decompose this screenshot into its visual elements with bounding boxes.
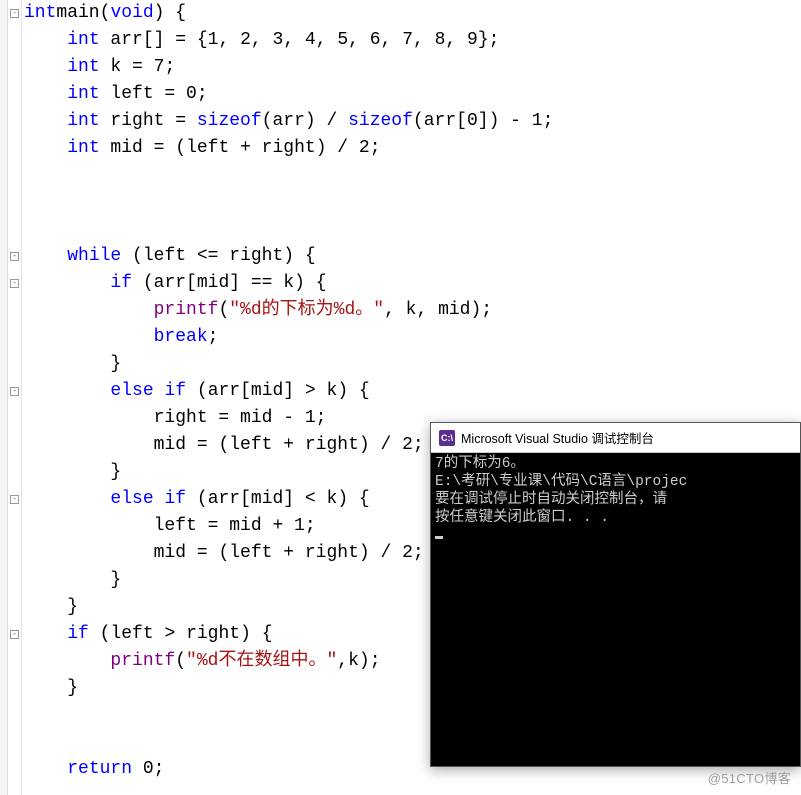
fold-handle[interactable]: - xyxy=(10,630,19,639)
editor-gutter xyxy=(0,0,8,795)
fold-handle[interactable]: - xyxy=(10,279,19,288)
code-line[interactable]: } xyxy=(24,570,121,590)
code-line[interactable]: int mid = (left + right) / 2; xyxy=(24,138,381,158)
code-line[interactable]: intmain(void) { xyxy=(24,3,186,23)
code-line[interactable]: return 0; xyxy=(24,759,164,779)
code-line[interactable]: left = mid + 1; xyxy=(24,516,316,536)
console-title: Microsoft Visual Studio 调试控制台 xyxy=(461,428,654,447)
fold-handle[interactable]: - xyxy=(10,387,19,396)
console-line: 按任意键关闭此窗口. . . xyxy=(435,510,609,526)
code-line[interactable]: int k = 7; xyxy=(24,54,784,81)
code-line[interactable]: if (left > right) { xyxy=(24,624,273,644)
debug-console-window[interactable]: C:\ Microsoft Visual Studio 调试控制台 7的下标为6… xyxy=(430,422,801,767)
fold-column xyxy=(8,0,22,795)
code-line[interactable]: else if (arr[mid] < k) { xyxy=(24,489,370,509)
vs-icon: C:\ xyxy=(439,430,455,446)
code-editor[interactable]: - - - - - - intmain(void) { int arr[] = {1, 2… xyxy=(0,0,801,795)
code-line[interactable]: mid = (left + right) / 2; xyxy=(24,543,424,563)
fold-handle[interactable]: - xyxy=(10,495,19,504)
code-line[interactable]: } xyxy=(24,678,78,698)
code-line[interactable]: if (arr[mid] == k) { xyxy=(24,273,327,293)
code-line[interactable]: right = mid - 1; xyxy=(24,408,326,428)
code-line[interactable]: printf("%d不在数组中。",k); xyxy=(24,651,381,671)
code-line[interactable]: while (left <= right) { xyxy=(24,246,316,266)
watermark: @51CTO博客 xyxy=(708,768,791,787)
console-line: 7的下标为6。 xyxy=(435,456,525,472)
code-line[interactable]: int left = 0; xyxy=(24,84,208,104)
code-line[interactable]: break; xyxy=(24,327,218,347)
code-line[interactable]: else if (arr[mid] > k) { xyxy=(24,381,370,401)
code-line[interactable]: } xyxy=(24,354,121,374)
code-line[interactable]: } xyxy=(24,597,78,617)
console-line: 要在调试停止时自动关闭控制台，请 xyxy=(435,492,667,508)
console-titlebar[interactable]: C:\ Microsoft Visual Studio 调试控制台 xyxy=(431,423,800,453)
code-line[interactable]: printf("%d的下标为%d。", k, mid); xyxy=(24,300,492,320)
code-line[interactable]: } xyxy=(24,462,121,482)
console-line: E:\考研\专业课\代码\C语言\projec xyxy=(435,474,687,490)
code-line[interactable]: mid = (left + right) / 2; xyxy=(24,435,424,455)
fold-handle[interactable]: - xyxy=(10,9,19,18)
fold-handle[interactable]: - xyxy=(10,252,19,261)
code-line[interactable]: int arr[] = {1, 2, 3, 4, 5, 6, 7, 8, 9}; xyxy=(24,30,499,50)
console-output[interactable]: 7的下标为6。 E:\考研\专业课\代码\C语言\projec 要在调试停止时自… xyxy=(431,453,800,766)
code-line[interactable]: int right = sizeof(arr) / sizeof(arr[0])… xyxy=(24,111,553,131)
console-cursor xyxy=(435,536,443,539)
